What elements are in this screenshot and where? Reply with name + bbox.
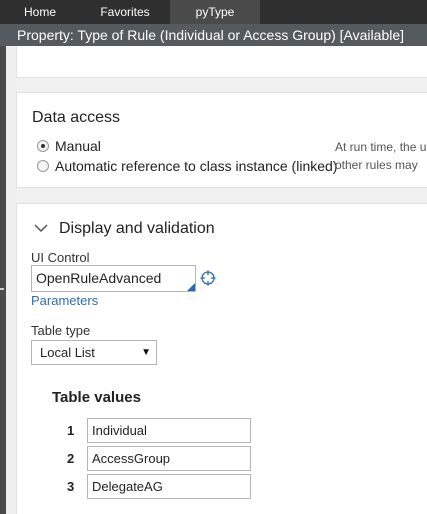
table-type-select[interactable]: Local List ▼ xyxy=(31,340,157,365)
parameters-link[interactable]: Parameters xyxy=(31,293,98,308)
table-type-label: Table type xyxy=(31,323,91,338)
radio-automatic-button[interactable] xyxy=(37,160,49,172)
radio-automatic[interactable]: Automatic reference to class instance (l… xyxy=(37,158,337,174)
display-validation-panel: Display and validation UI Control OpenRu… xyxy=(16,203,427,514)
ui-control-input[interactable]: OpenRuleAdvanced xyxy=(31,265,196,292)
dropdown-arrow-icon: ▼ xyxy=(141,347,151,358)
left-strip-marker xyxy=(0,288,4,290)
content-gutter xyxy=(6,46,16,514)
display-validation-title[interactable]: Display and validation xyxy=(59,220,215,238)
table-value-index: 1 xyxy=(67,423,75,438)
table-values-title: Table values xyxy=(52,389,141,406)
radio-automatic-label: Automatic reference to class instance (l… xyxy=(55,158,338,174)
top-panel xyxy=(16,46,427,78)
table-value-input[interactable]: Individual xyxy=(87,418,251,443)
ui-control-value: OpenRuleAdvanced xyxy=(36,270,162,286)
table-value-input[interactable]: AccessGroup xyxy=(87,446,251,471)
tab-favorites[interactable]: Favorites xyxy=(80,0,170,24)
data-access-hint-line-1: At run time, the u xyxy=(335,140,427,154)
table-value-index: 3 xyxy=(67,479,75,494)
table-value-input[interactable]: DelegateAG xyxy=(87,474,251,499)
rule-title-bar: Property: Type of Rule (Individual or Ac… xyxy=(0,24,427,46)
ui-control-label: UI Control xyxy=(31,250,90,265)
autocomplete-corner-icon xyxy=(187,283,195,291)
top-tab-bar: Home Favorites pyType xyxy=(0,0,427,24)
table-value-row: 2 AccessGroup xyxy=(67,446,251,471)
data-access-panel: Data access Manual Automatic reference t… xyxy=(16,92,427,188)
tab-pytype[interactable]: pyType xyxy=(170,0,260,24)
data-access-hint-line-2: other rules may xyxy=(335,158,418,172)
radio-manual-label: Manual xyxy=(55,138,101,154)
data-access-title: Data access xyxy=(32,109,121,126)
tab-home[interactable]: Home xyxy=(0,0,80,24)
crosshair-target-icon[interactable] xyxy=(200,270,216,286)
chevron-down-icon[interactable] xyxy=(34,221,48,235)
radio-manual-button[interactable] xyxy=(37,140,49,152)
table-value-index: 2 xyxy=(67,451,75,466)
table-value-row: 3 DelegateAG xyxy=(67,474,251,499)
radio-manual[interactable]: Manual xyxy=(37,138,101,154)
table-type-value: Local List xyxy=(40,345,95,360)
table-value-row: 1 Individual xyxy=(67,418,251,443)
